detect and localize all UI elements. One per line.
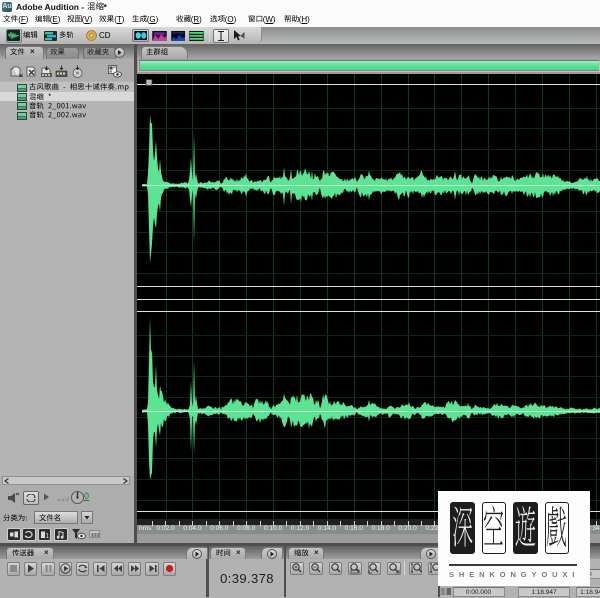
svg-text:1: 1 — [45, 533, 49, 540]
